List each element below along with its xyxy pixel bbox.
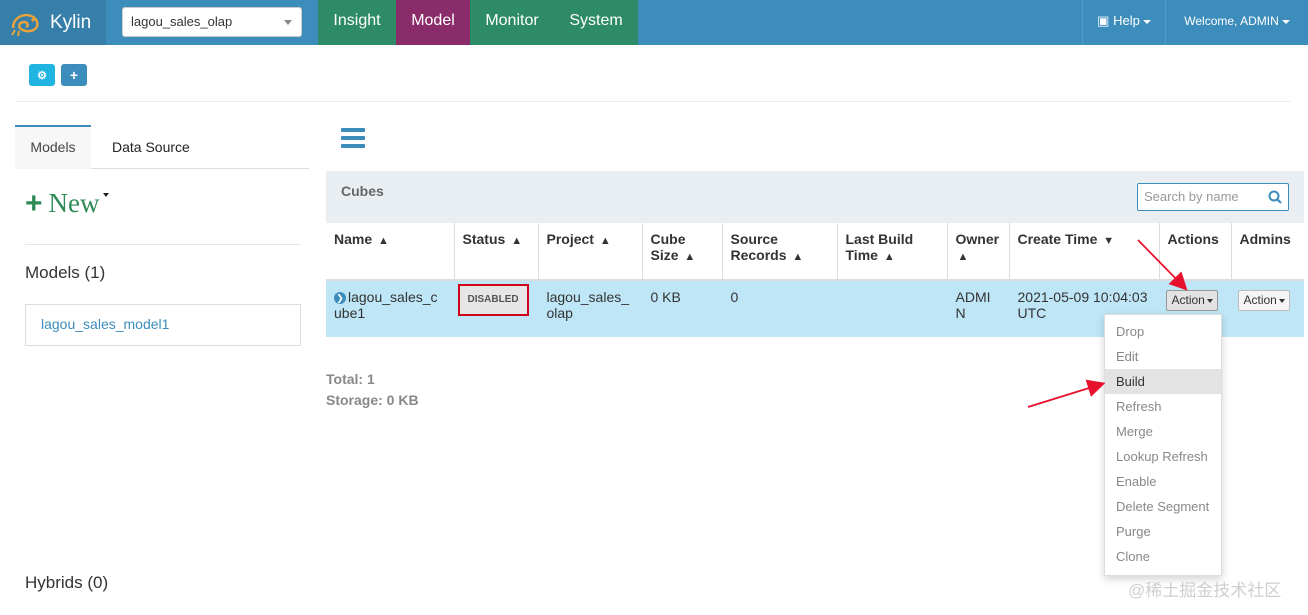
menu-toggle-icon[interactable]	[341, 128, 365, 148]
nav-tab-model[interactable]: Model	[396, 0, 470, 45]
sort-icon: ▲︎	[957, 251, 969, 263]
project-selector-wrap: lagou_sales_olap	[106, 0, 318, 45]
cubes-summary: Total: 1 Storage: 0 KB	[326, 369, 419, 411]
divider	[15, 101, 1291, 102]
tab-data-source[interactable]: Data Source	[112, 139, 190, 155]
storage-size: Storage: 0 KB	[326, 392, 419, 408]
menu-item-delete-segment[interactable]: Delete Segment	[1105, 494, 1221, 519]
sort-icon: ▲︎	[511, 235, 523, 247]
menu-item-enable[interactable]: Enable	[1105, 469, 1221, 494]
col-header-last-build-time[interactable]: Last Build Time ▲︎	[836, 223, 947, 281]
cell-source-records: 0	[721, 280, 837, 337]
kylin-logo-icon	[11, 13, 39, 36]
menu-item-merge[interactable]: Merge	[1105, 419, 1221, 444]
welcome-label: Welcome, ADMIN	[1184, 14, 1279, 28]
col-header-create-time[interactable]: Create Time ▼︎	[1008, 223, 1159, 281]
action-dropdown-menu: Drop Edit Build Refresh Merge Lookup Ref…	[1104, 314, 1222, 576]
brand-name: Kylin	[50, 11, 92, 33]
chevron-right-icon[interactable]: ❯	[334, 292, 346, 304]
book-icon: ▣	[1097, 13, 1110, 28]
col-header-admins: Admins	[1230, 223, 1304, 281]
nav-tab-monitor[interactable]: Monitor	[470, 0, 554, 45]
tab-models[interactable]: Models	[15, 125, 91, 169]
action-dropdown-button[interactable]: Action	[1165, 290, 1218, 311]
nav-tab-system[interactable]: System	[554, 0, 638, 45]
hybrids-heading: Hybrids (0)	[25, 573, 109, 592]
sort-icon: ▲︎	[684, 251, 696, 263]
col-header-cube-size[interactable]: Cube Size ▲︎	[641, 223, 722, 281]
help-label: Help	[1113, 13, 1140, 28]
model-list-item: lagou_sales_model1	[25, 304, 301, 346]
chevron-down-icon	[284, 20, 292, 25]
top-navbar: Kylin lagou_sales_olap Insight Model Mon…	[0, 0, 1308, 45]
col-header-owner[interactable]: Owner ▲︎	[946, 223, 1009, 281]
caret-down-icon	[1281, 19, 1290, 24]
brand[interactable]: Kylin	[0, 0, 106, 45]
help-menu[interactable]: ▣ Help	[1082, 0, 1165, 45]
search-placeholder: Search by name	[1144, 189, 1239, 204]
sort-icon: ▲︎	[378, 235, 389, 247]
menu-item-lookup-refresh[interactable]: Lookup Refresh	[1105, 444, 1221, 469]
cell-last-build-time	[836, 280, 947, 337]
annotation-arrow-build	[1027, 379, 1106, 408]
cell-owner: ADMI N	[946, 280, 1009, 337]
cell-name[interactable]: ❯ lagou_sales_c ube1	[326, 280, 454, 337]
search-input[interactable]: Search by name	[1137, 183, 1289, 211]
menu-item-edit[interactable]: Edit	[1105, 344, 1221, 369]
plus-icon: +	[25, 186, 43, 220]
sort-icon: ▲︎	[792, 251, 804, 263]
menu-item-build[interactable]: Build	[1105, 369, 1221, 394]
sort-icon: ▲︎	[599, 235, 611, 247]
watermark: @稀土掘金技术社区	[1128, 581, 1282, 600]
user-menu[interactable]: Welcome, ADMIN	[1165, 0, 1308, 45]
project-select[interactable]: lagou_sales_olap	[122, 7, 302, 37]
col-header-name[interactable]: Name ▲︎	[326, 223, 454, 281]
menu-item-drop[interactable]: Drop	[1105, 319, 1221, 344]
caret-down-icon	[102, 192, 109, 197]
status-badge: DISABLED	[457, 284, 529, 316]
col-header-project[interactable]: Project ▲︎	[537, 223, 642, 281]
table-header-row: Name ▲︎ Status ▲︎ Project ▲︎ Cube Size ▲︎…	[326, 223, 1304, 281]
model-link[interactable]: lagou_sales_model1	[41, 316, 169, 332]
cell-project: lagou_sales_ olap	[537, 280, 642, 337]
col-header-status[interactable]: Status ▲︎	[453, 223, 538, 281]
col-header-actions: Actions	[1158, 223, 1231, 281]
sort-icon: ▲︎	[883, 251, 895, 263]
divider	[25, 244, 301, 245]
admin-action-dropdown-button[interactable]: Action	[1237, 290, 1290, 311]
sort-desc-icon: ▼︎	[1103, 235, 1115, 247]
col-header-source-records[interactable]: Source Records ▲︎	[721, 223, 837, 281]
cubes-title: Cubes	[341, 183, 384, 199]
left-tabs: Models Data Source	[15, 125, 309, 169]
cell-cube-size: 0 KB	[641, 280, 722, 337]
new-button[interactable]: + New	[25, 188, 109, 219]
new-label: New	[48, 188, 100, 218]
plus-icon: +	[69, 67, 79, 83]
search-icon[interactable]	[1268, 190, 1282, 204]
cubes-panel-header: Cubes Search by name	[326, 171, 1304, 223]
menu-item-refresh[interactable]: Refresh	[1105, 394, 1221, 419]
cell-admins: Action	[1230, 280, 1304, 337]
gears-icon: ⚙	[37, 69, 47, 82]
caret-down-icon	[1278, 298, 1285, 303]
cell-status: DISABLED	[453, 280, 538, 337]
caret-down-icon	[1142, 19, 1151, 24]
nav-tab-insight[interactable]: Insight	[318, 0, 396, 45]
menu-item-clone[interactable]: Clone	[1105, 544, 1221, 569]
add-button[interactable]: +	[61, 64, 87, 86]
total-count: Total: 1	[326, 371, 375, 387]
caret-down-icon	[1206, 298, 1213, 303]
menu-item-purge[interactable]: Purge	[1105, 519, 1221, 544]
models-heading: Models (1)	[25, 263, 106, 282]
project-select-value: lagou_sales_olap	[131, 14, 233, 29]
settings-button[interactable]: ⚙	[29, 64, 55, 86]
